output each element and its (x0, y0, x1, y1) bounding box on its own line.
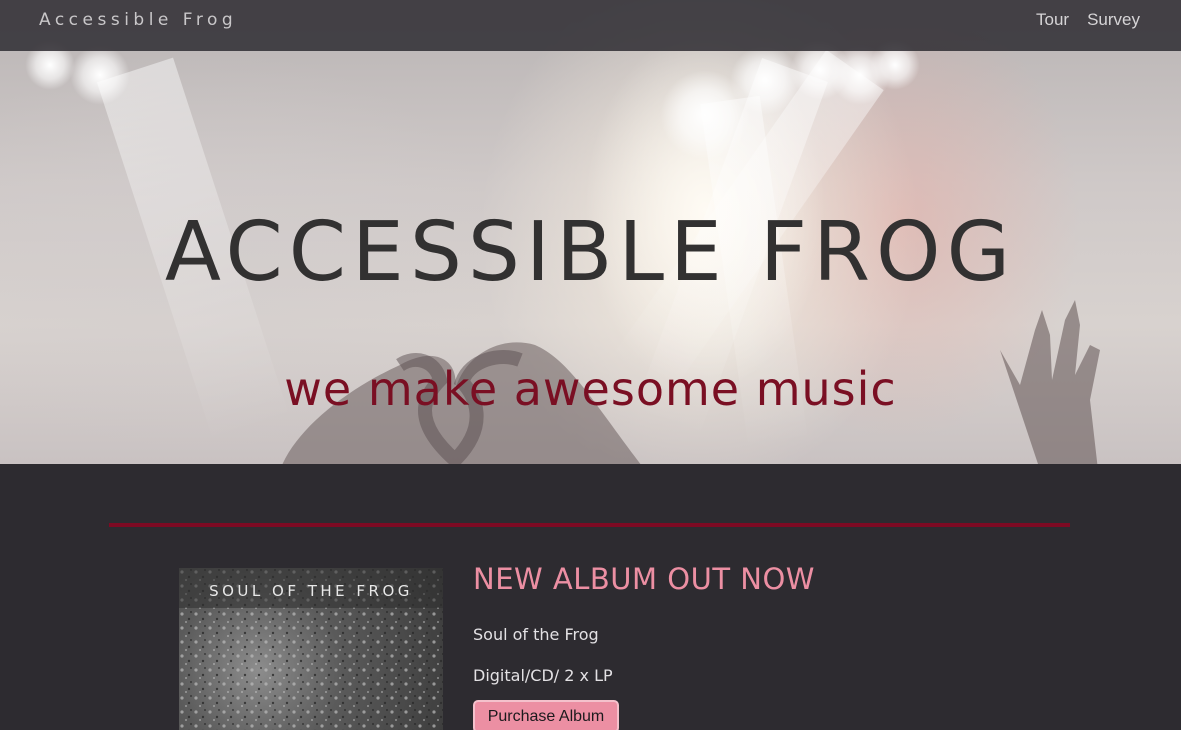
top-navbar: Accessible Frog Tour Survey (0, 0, 1181, 51)
album-cover-image: SOUL OF THE FROG (179, 568, 443, 730)
album-cover-title: SOUL OF THE FROG (209, 582, 413, 600)
nav-link-tour[interactable]: Tour (1036, 10, 1069, 30)
nav-link-survey[interactable]: Survey (1087, 10, 1140, 30)
album-formats: Digital/CD/ 2 x LP (473, 666, 613, 685)
album-info: NEW ALBUM OUT NOW Soul of the Frog Digit… (473, 562, 815, 730)
album-name: Soul of the Frog (473, 625, 599, 644)
hero-subtitle: we make awesome music (284, 362, 897, 416)
hero-title: ACCESSIBLE FROG (164, 205, 1017, 300)
section-divider (109, 523, 1070, 527)
hero-banner: ACCESSIBLE FROG we make awesome music (0, 0, 1181, 464)
purchase-album-button[interactable]: Purchase Album (473, 700, 619, 730)
nav-links: Tour Survey (1036, 10, 1140, 30)
album-heading: NEW ALBUM OUT NOW (473, 562, 815, 596)
brand-logo[interactable]: Accessible Frog (39, 10, 237, 30)
